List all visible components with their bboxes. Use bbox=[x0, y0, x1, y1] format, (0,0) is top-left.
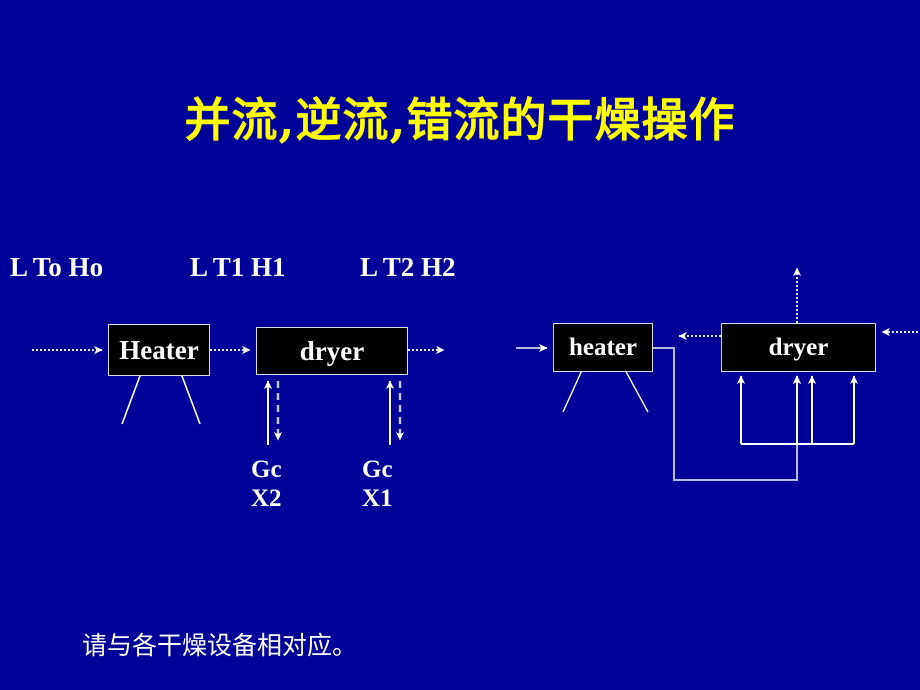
dryer-box-left[interactable]: dryer bbox=[256, 327, 408, 375]
dryer-box-right[interactable]: dryer bbox=[721, 323, 876, 372]
solids-moisture-1: X1 bbox=[362, 485, 393, 512]
solids-massflow-1: Gc bbox=[362, 456, 393, 483]
stream-label-outlet: L T2 H2 bbox=[360, 252, 456, 282]
solids-label-2: Gc X2 bbox=[251, 455, 282, 513]
stream-label-inlet: L To Ho bbox=[10, 252, 104, 282]
solids-massflow-2: Gc bbox=[251, 456, 282, 483]
stream-label-row: L To Ho L T1 H1 L T2 H2 bbox=[0, 252, 920, 286]
heater-box-right[interactable]: heater bbox=[553, 323, 653, 372]
solids-label-1: Gc X1 bbox=[362, 455, 393, 513]
page-title: 并流,逆流,错流的干燥操作 bbox=[184, 93, 736, 147]
slide-canvas: 并流,逆流,错流的干燥操作 L To Ho L T1 H1 L T2 H2 He… bbox=[0, 0, 920, 690]
stream-label-mid: L T1 H1 bbox=[190, 252, 286, 282]
wire-dryer-manifold bbox=[736, 375, 859, 445]
heater-box-left[interactable]: Heater bbox=[108, 324, 210, 376]
solids-moisture-2: X2 bbox=[251, 485, 282, 512]
slide-caption: 请与各干燥设备相对应。 bbox=[82, 631, 358, 660]
